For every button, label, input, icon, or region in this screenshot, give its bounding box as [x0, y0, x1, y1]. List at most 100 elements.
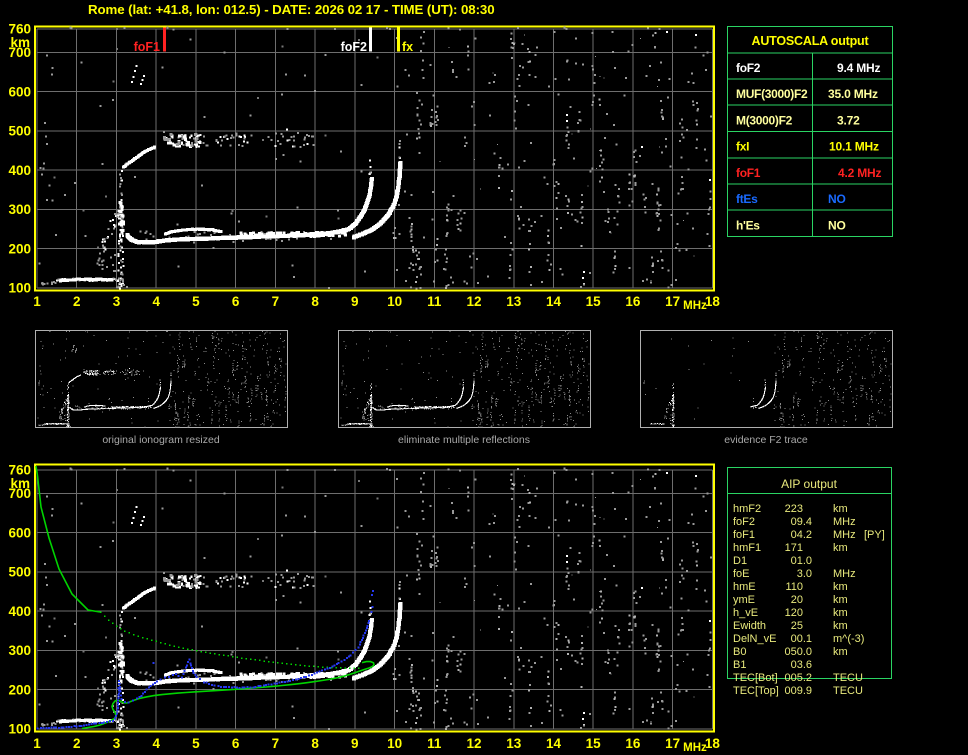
svg-text:8: 8 — [311, 736, 319, 751]
svg-text:500: 500 — [8, 565, 31, 580]
svg-text:10: 10 — [387, 294, 402, 309]
svg-text:hmF2: hmF2 — [733, 503, 761, 515]
svg-text:2: 2 — [73, 294, 81, 309]
svg-text:6: 6 — [232, 294, 240, 309]
svg-text:8: 8 — [311, 294, 319, 309]
svg-text:km: km — [10, 35, 30, 50]
svg-text:NO: NO — [828, 192, 846, 206]
svg-text:fxI: fxI — [736, 140, 749, 154]
svg-text:B1: B1 — [733, 659, 746, 671]
svg-text:500: 500 — [8, 124, 31, 139]
svg-text:MHz: MHz — [833, 516, 856, 528]
svg-text:5: 5 — [192, 736, 200, 751]
svg-text:15: 15 — [586, 294, 602, 309]
svg-text:100: 100 — [8, 281, 31, 296]
svg-text:11: 11 — [427, 294, 442, 309]
svg-text:km: km — [833, 542, 848, 554]
svg-text:9: 9 — [351, 294, 359, 309]
svg-text:evidence F2 trace: evidence F2 trace — [724, 434, 808, 446]
svg-text:10.1 MHz: 10.1 MHz — [829, 140, 879, 154]
svg-text:TEC[Bot]: TEC[Bot] — [733, 672, 778, 684]
svg-text:km: km — [833, 607, 848, 619]
svg-text:4: 4 — [152, 294, 160, 309]
svg-text:15: 15 — [586, 736, 602, 751]
svg-text:foF2: foF2 — [736, 61, 761, 75]
svg-text:NO: NO — [828, 218, 846, 232]
svg-text:DelN_vE: DelN_vE — [733, 633, 776, 645]
svg-text:M(3000)F2: M(3000)F2 — [736, 113, 793, 127]
svg-text:100: 100 — [8, 722, 31, 737]
svg-text:3.0: 3.0 — [797, 568, 812, 580]
svg-text:km: km — [833, 594, 848, 606]
svg-text:foF2: foF2 — [733, 516, 755, 528]
svg-text:13: 13 — [506, 736, 522, 751]
svg-text:14: 14 — [546, 294, 562, 309]
svg-text:223: 223 — [785, 503, 803, 515]
svg-text:original ionogram resized: original ionogram resized — [102, 434, 219, 446]
svg-text:TEC[Top]: TEC[Top] — [733, 685, 779, 697]
svg-text:25: 25 — [791, 620, 803, 632]
svg-text:2: 2 — [73, 736, 81, 751]
svg-text:171: 171 — [785, 542, 803, 554]
svg-text:20: 20 — [791, 594, 803, 606]
svg-text:005.2: 005.2 — [784, 672, 812, 684]
svg-text:MUF(3000)F2: MUF(3000)F2 — [736, 87, 808, 101]
svg-text:7: 7 — [272, 294, 280, 309]
svg-text:MHz: MHz — [833, 568, 856, 580]
svg-text:110: 110 — [785, 581, 803, 593]
svg-text:3.72: 3.72 — [837, 113, 860, 127]
svg-text:16: 16 — [625, 736, 641, 751]
svg-text:6: 6 — [232, 736, 240, 751]
svg-text:600: 600 — [8, 84, 31, 99]
svg-text:TECU: TECU — [833, 685, 863, 697]
svg-text:600: 600 — [8, 525, 31, 540]
svg-text:3: 3 — [113, 736, 121, 751]
svg-text:h_vE: h_vE — [733, 607, 758, 619]
svg-text:400: 400 — [8, 163, 31, 178]
svg-text:9.4 MHz: 9.4 MHz — [837, 61, 880, 75]
svg-text:[PY]: [PY] — [864, 529, 885, 541]
svg-text:km: km — [833, 646, 848, 658]
svg-text:h'Es: h'Es — [736, 218, 760, 232]
svg-text:9: 9 — [351, 736, 359, 751]
svg-text:18: 18 — [705, 294, 721, 309]
svg-text:1: 1 — [33, 736, 41, 751]
svg-text:00.1: 00.1 — [791, 633, 812, 645]
svg-text:300: 300 — [8, 643, 31, 658]
svg-text:12: 12 — [466, 294, 481, 309]
svg-text:km: km — [833, 581, 848, 593]
svg-text:3: 3 — [113, 294, 121, 309]
svg-text:foF1: foF1 — [134, 40, 160, 54]
svg-text:hmF1: hmF1 — [733, 542, 761, 554]
svg-text:1: 1 — [33, 294, 41, 309]
svg-text:16: 16 — [625, 294, 641, 309]
svg-text:km: km — [833, 620, 848, 632]
svg-text:MHz: MHz — [683, 300, 707, 312]
svg-text:01.0: 01.0 — [791, 555, 812, 567]
svg-text:200: 200 — [8, 682, 31, 697]
svg-text:B0: B0 — [733, 646, 746, 658]
svg-text:Ewidth: Ewidth — [733, 620, 766, 632]
svg-text:10: 10 — [387, 736, 402, 751]
svg-text:12: 12 — [466, 736, 481, 751]
svg-text:foF1: foF1 — [733, 529, 755, 541]
svg-text:MHz: MHz — [683, 742, 707, 754]
svg-text:AIP output: AIP output — [781, 477, 837, 491]
svg-text:5: 5 — [192, 294, 200, 309]
svg-text:hmE: hmE — [733, 581, 756, 593]
svg-text:300: 300 — [8, 202, 31, 217]
svg-text:foF2: foF2 — [341, 40, 367, 54]
svg-text:4: 4 — [152, 736, 160, 751]
svg-text:03.6: 03.6 — [791, 659, 812, 671]
svg-text:009.9: 009.9 — [784, 685, 812, 697]
svg-text:m^(-3): m^(-3) — [833, 633, 864, 645]
svg-text:400: 400 — [8, 604, 31, 619]
svg-text:7: 7 — [272, 736, 280, 751]
svg-text:ftEs: ftEs — [736, 192, 758, 206]
svg-text:09.4: 09.4 — [791, 516, 812, 528]
svg-text:200: 200 — [8, 241, 31, 256]
svg-text:km: km — [833, 503, 848, 515]
svg-text:050.0: 050.0 — [784, 646, 812, 658]
svg-text:11: 11 — [427, 736, 442, 751]
svg-text:D1: D1 — [733, 555, 747, 567]
